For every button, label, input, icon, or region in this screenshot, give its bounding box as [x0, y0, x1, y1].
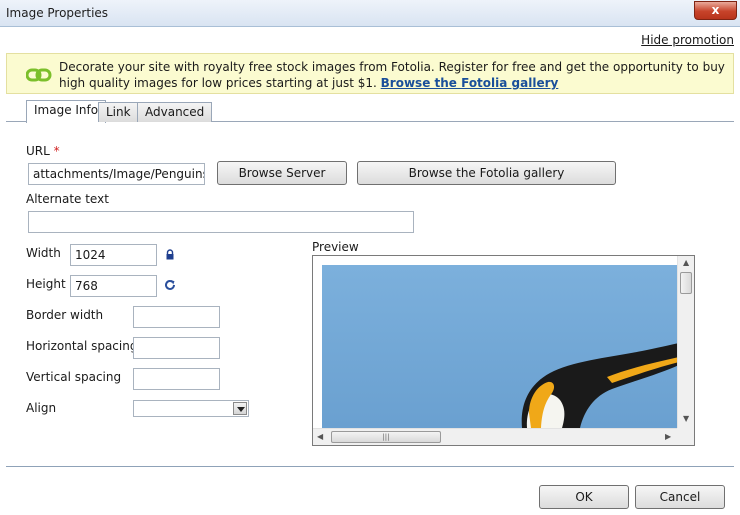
align-select[interactable]: [133, 400, 249, 417]
reset-size-icon[interactable]: [163, 278, 177, 292]
ok-button[interactable]: OK: [539, 485, 629, 509]
hide-promotion-link[interactable]: Hide promotion: [641, 33, 734, 47]
promo-gallery-link[interactable]: Browse the Fotolia gallery: [381, 76, 559, 90]
preview-horizontal-scrollbar[interactable]: ◀ ||| ▶: [313, 428, 679, 445]
footer-divider: [6, 466, 734, 467]
lock-icon[interactable]: [165, 249, 175, 260]
width-label: Width: [26, 246, 61, 260]
window-title: Image Properties: [6, 6, 109, 20]
vertical-spacing-label: Vertical spacing: [26, 370, 122, 384]
width-input[interactable]: 1024: [70, 244, 157, 266]
penguin-preview-image: [322, 265, 679, 428]
close-button[interactable]: x: [694, 1, 737, 20]
scroll-up-icon[interactable]: ▲: [683, 258, 689, 267]
alt-text-input[interactable]: [28, 211, 414, 233]
preview-vertical-scrollbar[interactable]: ▲ ▼: [677, 256, 694, 428]
horizontal-spacing-input[interactable]: [133, 337, 220, 359]
cancel-button[interactable]: Cancel: [635, 485, 725, 509]
scroll-down-icon[interactable]: ▼: [683, 414, 689, 423]
vertical-spacing-input[interactable]: [133, 368, 220, 390]
tab-advanced[interactable]: Advanced: [137, 102, 213, 122]
scroll-corner: [677, 428, 694, 445]
chevron-down-icon[interactable]: [233, 402, 247, 415]
required-mark: *: [53, 144, 60, 158]
border-width-input[interactable]: [133, 306, 220, 328]
url-label-text: URL: [26, 144, 50, 158]
browse-fotolia-button[interactable]: Browse the Fotolia gallery: [357, 161, 616, 185]
promo-banner: Decorate your site with royalty free sto…: [6, 53, 734, 94]
browse-server-button[interactable]: Browse Server: [217, 161, 347, 185]
align-label: Align: [26, 401, 57, 415]
tab-link[interactable]: Link: [98, 102, 139, 122]
url-input[interactable]: attachments/Image/Penguins.jpg: [28, 163, 205, 185]
horizontal-scroll-thumb[interactable]: |||: [331, 431, 441, 443]
title-bar: Image Properties x: [0, 0, 740, 27]
fotolia-logo-icon: [26, 68, 52, 82]
horizontal-spacing-label: Horizontal spacing: [26, 339, 138, 353]
scroll-left-icon[interactable]: ◀: [317, 432, 323, 441]
height-label: Height: [26, 277, 66, 291]
height-input[interactable]: 768: [70, 275, 157, 297]
tab-image-info[interactable]: Image Info: [26, 100, 107, 123]
url-label: URL *: [26, 144, 60, 158]
scroll-right-icon[interactable]: ▶: [665, 432, 671, 441]
alt-text-label: Alternate text: [26, 192, 109, 206]
tab-strip: Image Info Link Advanced: [6, 100, 734, 123]
preview-label: Preview: [312, 240, 359, 254]
border-width-label: Border width: [26, 308, 104, 322]
preview-pane[interactable]: ▲ ▼ ◀ ||| ▶: [312, 255, 695, 446]
promo-text-block: Decorate your site with royalty free sto…: [59, 59, 727, 91]
vertical-scroll-thumb[interactable]: [680, 272, 692, 294]
